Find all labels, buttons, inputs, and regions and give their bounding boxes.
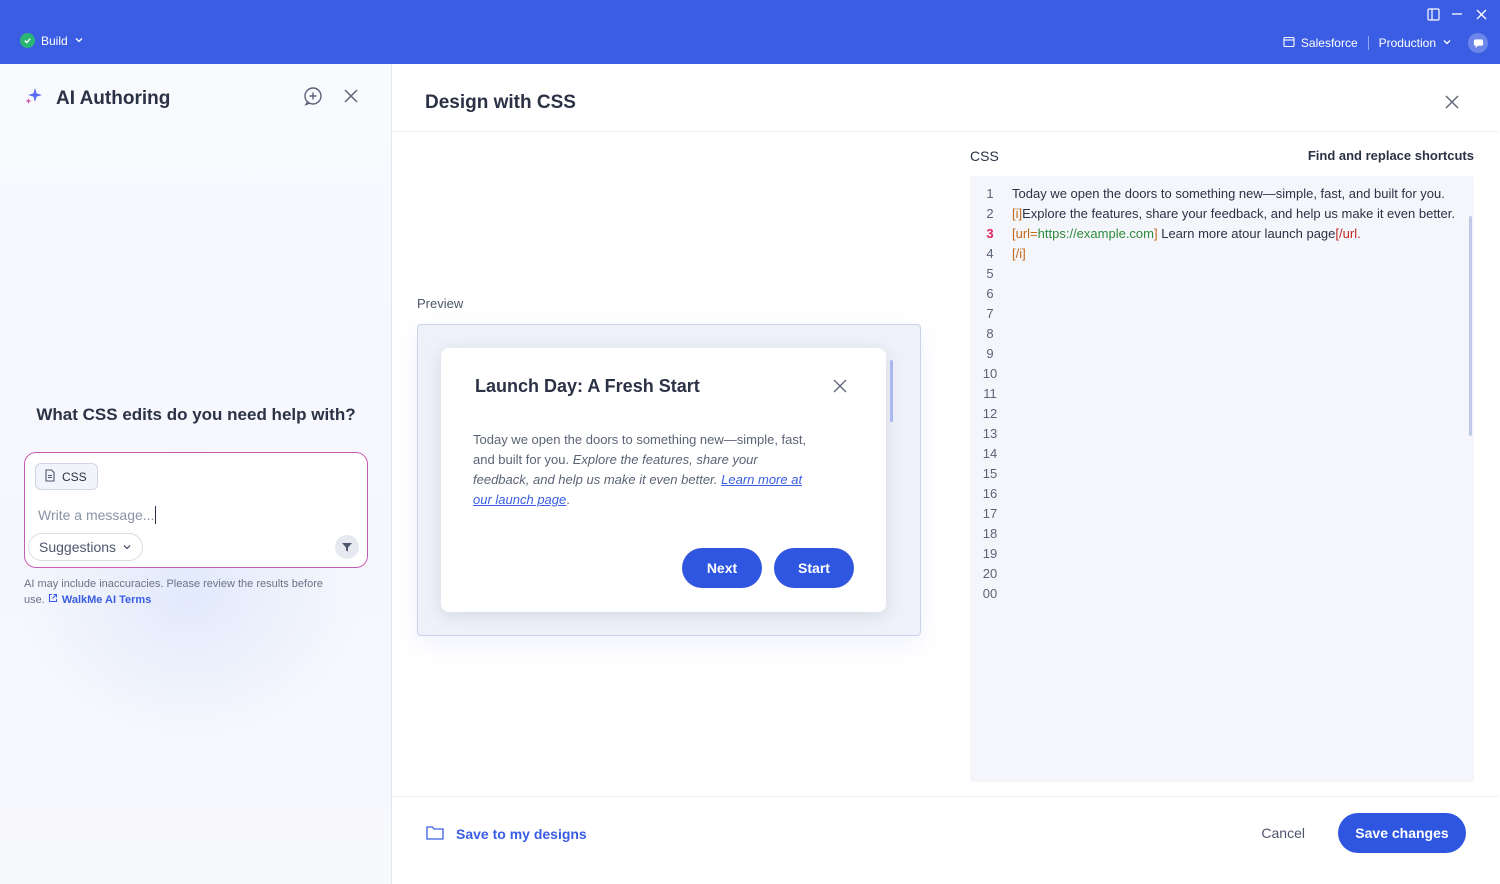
- message-composer[interactable]: CSS Write a message... Suggestions: [24, 452, 368, 568]
- message-input[interactable]: Write a message...: [38, 506, 157, 524]
- css-code-editor[interactable]: 1 2 3 4 5 6 7 8 9 10 11 12 13 14 15 16 17 18 19 20 00 Today …: [970, 176, 1474, 782]
- close-icon[interactable]: [1444, 94, 1460, 110]
- editor-scrollbar[interactable]: [1469, 216, 1472, 436]
- suggestions-label: Suggestions: [39, 539, 117, 555]
- line-number: 8: [986, 326, 994, 341]
- chevron-down-icon: [122, 539, 132, 555]
- sparkle-icon: [24, 86, 44, 111]
- save-to-my-designs-label: Save to my designs: [456, 826, 587, 842]
- line-number: 14: [982, 446, 998, 461]
- css-context-chip[interactable]: CSS: [35, 463, 98, 490]
- chevron-down-icon: [1442, 36, 1452, 50]
- line-number: 16: [982, 486, 998, 501]
- line-number: 15: [982, 466, 998, 481]
- line-number: 1: [986, 186, 994, 201]
- code-text-part: Explore the features, share your feedbac…: [1022, 206, 1455, 221]
- preview-card: Launch Day: A Fresh Start Today we open …: [441, 348, 893, 612]
- url-close-tag: [/url.: [1335, 226, 1361, 241]
- line-number: 3: [986, 226, 994, 241]
- line-number: 12: [982, 406, 998, 421]
- message-placeholder: Write a message...: [38, 507, 155, 523]
- save-to-my-designs-button[interactable]: Save to my designs: [426, 825, 587, 843]
- cancel-button[interactable]: Cancel: [1261, 825, 1305, 841]
- line-number-gutter: 1 2 3 4 5 6 7 8 9 10 11 12 13 14 15 16 17 18 19 20 00: [970, 184, 1010, 604]
- preview-area: Launch Day: A Fresh Start Today we open …: [417, 324, 921, 636]
- folder-icon: [426, 825, 444, 843]
- next-button[interactable]: Next: [682, 548, 762, 588]
- divider: [1367, 36, 1369, 50]
- card-scrollbar[interactable]: [890, 360, 893, 422]
- card-title: Launch Day: A Fresh Start: [475, 376, 700, 396]
- new-chat-icon[interactable]: [303, 86, 323, 106]
- line-number: 17: [982, 506, 998, 521]
- line-number: 2: [986, 206, 994, 221]
- preview-label: Preview: [417, 296, 464, 311]
- line-number: 13: [982, 426, 998, 441]
- css-label: CSS: [970, 148, 999, 164]
- ai-panel-actions: [303, 86, 361, 106]
- line-number: 19: [982, 546, 998, 561]
- line-number: 10: [982, 366, 998, 381]
- chip-label: CSS: [62, 469, 87, 484]
- start-button[interactable]: Start: [774, 548, 854, 588]
- env-name-label: Production: [1378, 36, 1436, 50]
- save-changes-button[interactable]: Save changes: [1338, 813, 1466, 853]
- environment-selector[interactable]: Salesforce Production: [1283, 33, 1488, 53]
- line-number: 11: [983, 386, 997, 401]
- build-label: Build: [41, 33, 68, 48]
- close-icon[interactable]: [341, 86, 361, 106]
- card-body-end: .: [566, 492, 570, 507]
- find-replace-shortcuts-link[interactable]: Find and replace shortcuts: [1308, 148, 1474, 163]
- line-number: 20: [982, 566, 998, 581]
- line-number: 7: [986, 306, 994, 321]
- italic-open-tag: [i]: [1012, 206, 1023, 221]
- sidebar-layout-icon[interactable]: [1426, 7, 1440, 21]
- dialog-header: Design with CSS: [393, 64, 1498, 132]
- line-number: 6: [986, 286, 994, 301]
- external-link-icon: [48, 592, 58, 608]
- check-icon: [20, 33, 35, 48]
- walkme-ai-terms-link[interactable]: WalkMe AI Terms: [48, 592, 151, 608]
- chevron-down-icon: [74, 34, 84, 48]
- close-icon[interactable]: [1474, 7, 1488, 21]
- filter-send-icon[interactable]: [335, 535, 359, 559]
- window-controls: [1426, 7, 1488, 21]
- document-icon: [44, 468, 56, 485]
- ai-disclaimer: AI may include inaccuracies. Please revi…: [24, 576, 324, 608]
- close-icon[interactable]: [832, 378, 848, 394]
- url-value: https://example.com: [1037, 226, 1154, 241]
- dialog-title: Design with CSS: [425, 92, 576, 113]
- ai-panel-header: AI Authoring: [24, 86, 170, 111]
- design-with-css-dialog: Design with CSS Preview Launch Day: A Fr…: [393, 64, 1498, 884]
- text-caret: [155, 506, 157, 524]
- code-text[interactable]: Today we open the doors to something new…: [1012, 184, 1462, 264]
- line-number: 00: [982, 586, 998, 601]
- line-number: 5: [986, 266, 994, 281]
- ai-authoring-panel: AI Authoring What CSS edits do you need …: [0, 64, 392, 884]
- code-text-part: Today we open the doors to something new…: [1012, 186, 1445, 201]
- prompt-question: What CSS edits do you need help with?: [36, 405, 356, 424]
- dialog-footer: Save to my designs Cancel Save changes: [393, 796, 1498, 884]
- suggestions-dropdown[interactable]: Suggestions: [28, 533, 144, 561]
- line-number: 4: [986, 246, 994, 261]
- build-status-button[interactable]: Build: [20, 33, 84, 48]
- url-open-bracket: [url=: [1012, 226, 1038, 241]
- italic-close-tag: [/i]: [1012, 246, 1026, 261]
- ai-panel-title: AI Authoring: [56, 87, 171, 109]
- chat-bubble-icon[interactable]: [1468, 33, 1488, 53]
- terms-label: WalkMe AI Terms: [61, 594, 152, 606]
- line-number: 18: [982, 526, 998, 541]
- minimize-icon[interactable]: [1450, 7, 1464, 21]
- line-number: 9: [986, 346, 994, 361]
- window-icon: [1283, 36, 1295, 51]
- env-system-label: Salesforce: [1300, 36, 1358, 50]
- code-text-part: Learn more atour launch page: [1157, 226, 1336, 241]
- card-body: Today we open the doors to something new…: [473, 430, 813, 510]
- title-bar: Build Salesforce Production: [0, 0, 1500, 64]
